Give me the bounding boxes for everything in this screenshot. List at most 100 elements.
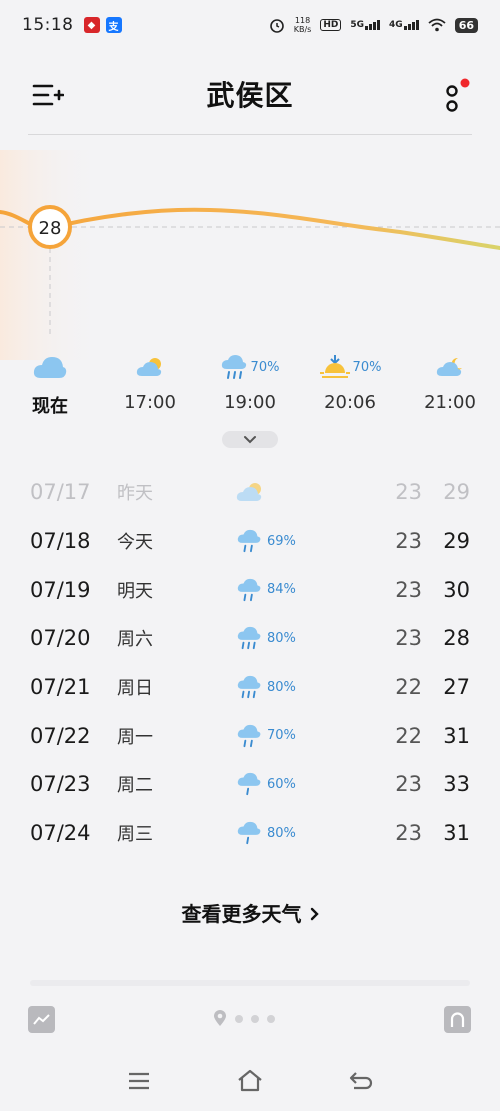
day-weather <box>236 481 264 503</box>
partly-cloudy-icon <box>236 483 262 502</box>
day-name: 周一 <box>117 726 153 748</box>
day-name: 周六 <box>117 629 153 651</box>
heavy-rain-icon <box>237 627 261 650</box>
page-dot <box>267 1014 275 1023</box>
daily-row[interactable]: 07/23 周二 60% 23 33 <box>0 760 500 809</box>
home-button[interactable] <box>235 1068 265 1094</box>
net-speed-unit: KB/s <box>293 25 312 34</box>
rain-icon <box>237 578 261 601</box>
hour-item[interactable]: 70% 19:00 <box>200 350 300 413</box>
daily-row[interactable]: 07/19 明天 84% 23 30 <box>0 565 500 614</box>
precip-probability: 70% <box>352 359 382 375</box>
day-weather: 80% <box>236 820 296 846</box>
menu-icon <box>129 1072 149 1090</box>
app-red-icon: ◆ <box>83 17 100 33</box>
bottom-toolbar <box>0 1000 500 1040</box>
hour-item[interactable]: 21:00 <box>400 350 500 413</box>
daily-row[interactable]: 07/17 昨天 23 29 <box>0 468 500 517</box>
status-bar: 15:18 ◆ 支 118 KB/s HD 5G 4G 66 <box>0 0 500 50</box>
day-weather: 69% <box>236 528 296 554</box>
city-menu-button[interactable] <box>32 82 64 108</box>
city-page-indicator <box>213 1010 275 1027</box>
more-dots-icon <box>446 85 458 112</box>
day-weather: 70% <box>236 723 296 749</box>
daily-row[interactable]: 07/24 周三 80% 23 31 <box>0 809 500 858</box>
day-date: 07/19 <box>30 577 91 602</box>
day-high-temp: 31 <box>443 723 470 748</box>
day-weather: 80% <box>236 674 296 700</box>
daily-row[interactable]: 07/22 周一 70% 22 31 <box>0 711 500 760</box>
sim2-signal: 4G <box>389 20 419 30</box>
home-city-button[interactable] <box>444 1006 471 1033</box>
net-speed: 118 KB/s <box>294 16 312 34</box>
sim1-signal: 5G <box>350 20 381 30</box>
day-low-temp: 23 <box>395 626 422 651</box>
trend-button[interactable] <box>28 1006 55 1033</box>
hour-item[interactable]: 17:00 <box>100 350 200 413</box>
day-date: 07/24 <box>30 821 91 846</box>
daily-row[interactable]: 07/21 周日 80% 22 27 <box>0 663 500 712</box>
wifi-icon <box>428 18 446 32</box>
rain-icon <box>237 724 261 747</box>
daily-row[interactable]: 07/18 今天 69% 23 29 <box>0 517 500 566</box>
day-date: 07/22 <box>30 723 91 748</box>
header-divider <box>28 134 472 135</box>
day-high-temp: 29 <box>443 529 470 554</box>
sim1-net-label: 5G <box>350 20 365 30</box>
day-name: 周日 <box>117 678 153 700</box>
precip-probability: 70% <box>267 728 296 744</box>
hour-label: 19:00 <box>224 392 276 413</box>
location-pin-icon <box>214 1010 226 1026</box>
system-navigation-bar <box>0 1060 500 1104</box>
hour-label: 17:00 <box>124 392 176 413</box>
more-options-button[interactable] <box>440 76 470 116</box>
day-low-temp: 22 <box>395 675 422 700</box>
day-low-temp: 23 <box>395 529 422 554</box>
hour-label: 现在 <box>32 396 68 417</box>
day-low-temp: 23 <box>395 480 422 505</box>
day-name: 昨天 <box>117 483 153 505</box>
daily-forecast-list: 07/17 昨天 23 29 07/18 今天 69% 23 29 07/19 … <box>0 468 500 858</box>
precip-probability: 70% <box>250 359 280 375</box>
alipay-icon: 支 <box>105 17 122 33</box>
hour-item[interactable]: 70% 20:06 <box>300 350 400 413</box>
hourly-forecast: 现在 17:00 70% 19:00 70% 20:06 21:00 <box>0 350 500 425</box>
recent-apps-button[interactable] <box>124 1068 154 1094</box>
header: 武侯区 <box>0 62 500 126</box>
day-weather: 84% <box>236 577 296 603</box>
status-indicators: 118 KB/s HD 5G 4G 66 <box>269 16 478 34</box>
precip-probability: 60% <box>267 776 296 792</box>
sunset-icon <box>319 355 350 378</box>
day-high-temp: 31 <box>443 821 470 846</box>
hour-item[interactable]: 现在 <box>0 350 100 418</box>
current-time-highlight <box>0 150 100 360</box>
day-high-temp: 29 <box>443 480 470 505</box>
cloudy-icon <box>33 357 67 378</box>
notification-dot <box>460 78 470 88</box>
daily-row[interactable]: 07/20 周六 80% 23 28 <box>0 614 500 663</box>
precip-probability: 80% <box>267 679 296 695</box>
rain-icon <box>221 355 246 379</box>
back-button[interactable] <box>346 1068 376 1094</box>
day-weather: 60% <box>236 771 296 797</box>
day-low-temp: 23 <box>395 772 422 797</box>
bottom-divider <box>30 980 470 986</box>
alarm-icon <box>269 19 284 33</box>
signal-bars-icon <box>403 20 419 30</box>
page-dot <box>235 1014 243 1023</box>
more-weather-link[interactable]: 查看更多天气 <box>0 898 500 927</box>
day-low-temp: 23 <box>395 821 422 846</box>
home-icon <box>238 1069 262 1092</box>
day-date: 07/18 <box>30 529 91 554</box>
city-title: 武侯区 <box>206 79 294 112</box>
day-name: 今天 <box>117 532 153 554</box>
expand-collapse-button[interactable] <box>222 431 278 448</box>
chevron-down-icon <box>244 436 256 444</box>
day-high-temp: 28 <box>443 626 470 651</box>
rain-icon <box>237 822 261 845</box>
hd-badge: HD <box>320 19 342 31</box>
precip-probability: 80% <box>267 630 296 646</box>
day-date: 07/20 <box>30 626 91 651</box>
day-date: 07/21 <box>30 675 91 700</box>
day-date: 07/23 <box>30 772 91 797</box>
